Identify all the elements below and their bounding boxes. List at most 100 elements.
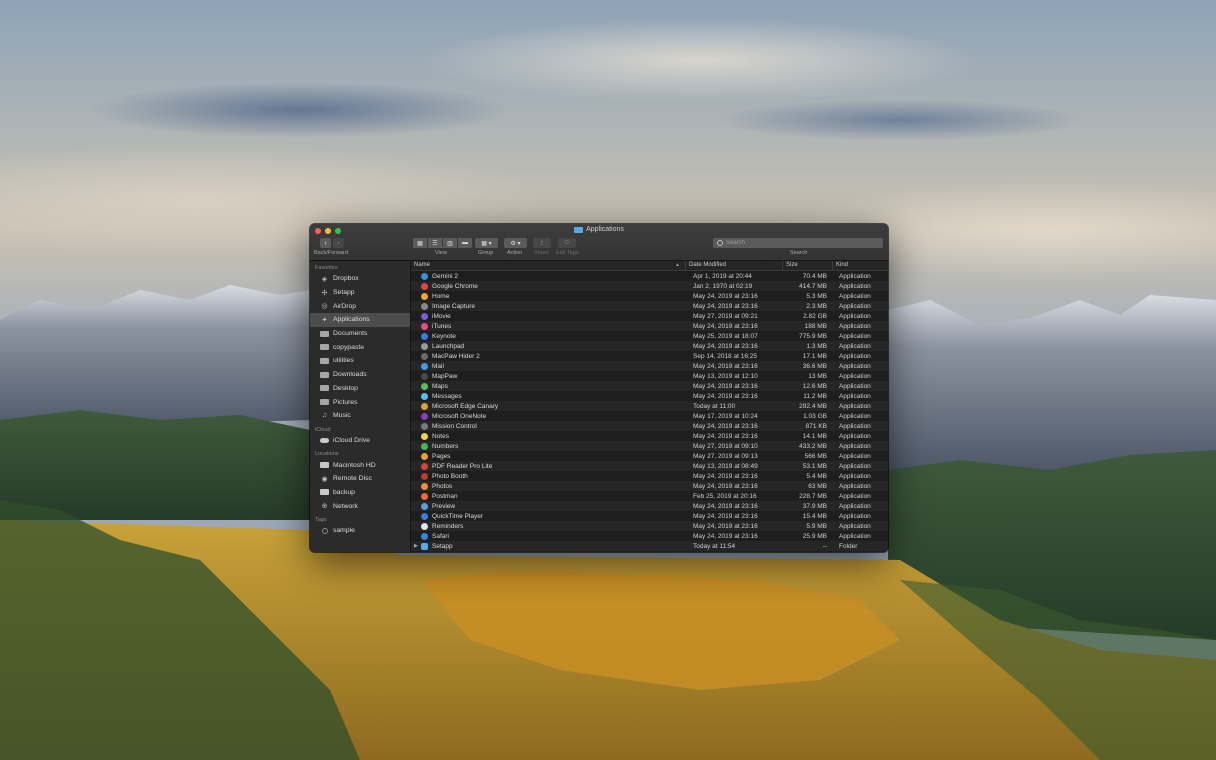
table-row[interactable]: PDF Reader Pro Lite May 13, 2019 at 08:49…: [411, 461, 888, 471]
file-name: Notes: [432, 432, 449, 440]
sidebar-item-network[interactable]: ⊕ Network: [310, 499, 410, 513]
search-input[interactable]: [726, 240, 876, 246]
app-icon: [421, 352, 428, 360]
edit-tags-button[interactable]: ⬭: [558, 238, 576, 248]
sidebar-item-documents[interactable]: Documents: [310, 327, 410, 341]
table-row[interactable]: Image Capture May 24, 2019 at 23:16 2.3 MB…: [411, 301, 888, 311]
table-row[interactable]: Microsoft Edge Canary Today at 11:00 292.4…: [411, 401, 888, 411]
cell-size: --: [822, 542, 827, 550]
file-name: iMovie: [432, 312, 451, 320]
table-row[interactable]: Gemini 2 Apr 1, 2019 at 20:44 70.4 MB Appli…: [411, 271, 888, 281]
file-name: Mission Control: [432, 422, 477, 430]
table-row[interactable]: Safari May 24, 2019 at 23:16 25.9 MB Applic…: [411, 531, 888, 541]
finder-window[interactable]: Applications ‹ › Back/Forward ▦ ☰ ▥ ▬ Vi…: [310, 224, 888, 552]
app-icon: [421, 302, 428, 310]
sidebar-item-icloud-drive[interactable]: iCloud Drive: [310, 434, 410, 448]
table-row[interactable]: MapPaw May 13, 2019 at 12:10 13 MB Applicat…: [411, 371, 888, 381]
cell-date-modified: May 27, 2019 at 09:21: [693, 312, 758, 320]
column-header-size[interactable]: Size: [783, 261, 833, 270]
gallery-view-button[interactable]: ▬: [458, 238, 472, 248]
group-button[interactable]: ▦ ▾: [475, 238, 498, 248]
search-field[interactable]: [713, 238, 883, 248]
sidebar-item-setapp[interactable]: ✣ Setapp: [310, 286, 410, 300]
sidebar-item-pictures[interactable]: Pictures: [310, 395, 410, 409]
cell-date-modified: May 24, 2019 at 23:16: [693, 342, 758, 350]
favorites-list: ◈ Dropbox ✣ Setapp ◎ AirDrop ✦ Applications Docu…: [310, 272, 410, 423]
table-row[interactable]: Preview May 24, 2019 at 23:16 37.9 MB Appli…: [411, 501, 888, 511]
table-row[interactable]: Microsoft OneNote May 17, 2019 at 10:24 1.…: [411, 411, 888, 421]
table-row[interactable]: Reminders May 24, 2019 at 23:16 5.9 MB Appl…: [411, 521, 888, 531]
app-icon: [421, 532, 428, 540]
table-row[interactable]: MacPaw Hider 2 Sep 14, 2018 at 16:25 17.1 …: [411, 351, 888, 361]
app-icon: [421, 422, 428, 430]
table-row[interactable]: iMovie May 27, 2019 at 09:21 2.82 GB Applic…: [411, 311, 888, 321]
table-row[interactable]: Mail May 24, 2019 at 23:16 36.6 MB Applicat…: [411, 361, 888, 371]
sidebar-item-music[interactable]: ♫ Music: [310, 409, 410, 423]
cell-size: 566 MB: [804, 452, 827, 460]
column-header-date[interactable]: Date Modified: [686, 261, 783, 270]
cell-name: iMovie: [411, 312, 686, 320]
app-icon: [421, 412, 428, 420]
sidebar-item-dropbox[interactable]: ◈ Dropbox: [310, 272, 410, 286]
cell-kind: Application: [839, 352, 871, 360]
sidebar-item-airdrop[interactable]: ◎ AirDrop: [310, 299, 410, 313]
share-button[interactable]: ⇪: [533, 238, 551, 248]
table-row[interactable]: Photos May 24, 2019 at 23:16 63 MB Applicat…: [411, 481, 888, 491]
app-icon: [421, 362, 428, 370]
sidebar: Favorites ◈ Dropbox ✣ Setapp ◎ AirDrop ✦ Applic…: [310, 261, 411, 552]
sidebar-item-label: Macintosh HD: [333, 461, 376, 469]
table-row[interactable]: Home May 24, 2019 at 23:16 5.3 MB Applicati…: [411, 291, 888, 301]
column-header-name[interactable]: Name ▲: [411, 261, 686, 270]
sidebar-item-label: Applications: [333, 316, 370, 324]
back-button[interactable]: ‹: [320, 238, 331, 248]
cell-date-modified: May 24, 2019 at 23:16: [693, 362, 758, 370]
table-row[interactable]: QuickTime Player May 24, 2019 at 23:16 15.…: [411, 511, 888, 521]
sidebar-item-remote-disc[interactable]: ◉ Remote Disc: [310, 472, 410, 486]
table-row[interactable]: Launchpad May 24, 2019 at 23:16 1.3 MB Appl…: [411, 341, 888, 351]
table-row[interactable]: Notes May 24, 2019 at 23:16 14.1 MB Applica…: [411, 431, 888, 441]
cell-kind: Application: [839, 402, 871, 410]
cell-name: Mail: [411, 362, 686, 370]
cell-kind: Application: [839, 502, 871, 510]
cell-date-modified: May 13, 2019 at 08:49: [693, 462, 758, 470]
cell-name: PDF Reader Pro Lite: [411, 462, 686, 470]
app-icon: [421, 452, 428, 460]
cell-name: Postman: [411, 492, 686, 500]
table-row[interactable]: Pages May 27, 2019 at 09:13 566 MB Applicat…: [411, 451, 888, 461]
file-name: Launchpad: [432, 342, 465, 350]
column-view-button[interactable]: ▥: [443, 238, 458, 248]
sidebar-item-applications[interactable]: ✦ Applications: [310, 313, 410, 327]
cell-name: ▶ Setapp: [411, 542, 686, 550]
sidebar-item-desktop[interactable]: Desktop: [310, 382, 410, 396]
table-row[interactable]: Google Chrome Jan 2, 1970 at 02:19 414.7 M…: [411, 281, 888, 291]
column-header-kind[interactable]: Kind: [833, 261, 888, 270]
cell-size: 5.4 MB: [806, 472, 827, 480]
sidebar-item-downloads[interactable]: Downloads: [310, 368, 410, 382]
sidebar-item-macintosh-hd[interactable]: Macintosh HD: [310, 458, 410, 472]
table-row[interactable]: Mission Control May 24, 2019 at 23:16 871 …: [411, 421, 888, 431]
forward-button[interactable]: ›: [333, 238, 344, 248]
sidebar-item-sample[interactable]: sample: [310, 524, 410, 538]
cell-name: Microsoft Edge Canary: [411, 402, 686, 410]
table-row[interactable]: Numbers May 27, 2019 at 09:10 433.2 MB Appl…: [411, 441, 888, 451]
sidebar-item-backup[interactable]: backup: [310, 486, 410, 500]
table-row[interactable]: Postman Feb 25, 2019 at 20:16 228.7 MB Appl…: [411, 491, 888, 501]
table-row[interactable]: ▶ Setapp Today at 11:54 -- Folder: [411, 541, 888, 551]
list-view-button[interactable]: ☰: [428, 238, 443, 248]
table-row[interactable]: Photo Booth May 24, 2019 at 23:16 5.4 MB Ap…: [411, 471, 888, 481]
action-button[interactable]: ⚙ ▾: [504, 238, 527, 248]
cell-kind: Application: [839, 422, 871, 430]
cell-kind: Application: [839, 272, 871, 280]
disclosure-triangle-icon[interactable]: ▶: [414, 543, 418, 549]
table-row[interactable]: iTunes May 24, 2019 at 23:16 188 MB Applica…: [411, 321, 888, 331]
app-icon: [421, 292, 428, 300]
table-row[interactable]: Keynote May 25, 2019 at 18:07 775.9 MB Appl…: [411, 331, 888, 341]
sidebar-item-utilities[interactable]: utilities: [310, 354, 410, 368]
pictures-icon: [320, 399, 329, 406]
table-row[interactable]: Messages May 24, 2019 at 23:16 11.2 MB Appl…: [411, 391, 888, 401]
icon-view-button[interactable]: ▦: [413, 238, 428, 248]
back-forward-label: Back/Forward: [314, 250, 348, 256]
cell-name: Pages: [411, 452, 686, 460]
table-row[interactable]: Maps May 24, 2019 at 23:16 12.6 MB Applicat…: [411, 381, 888, 391]
sidebar-item-copypaste[interactable]: copypaste: [310, 340, 410, 354]
